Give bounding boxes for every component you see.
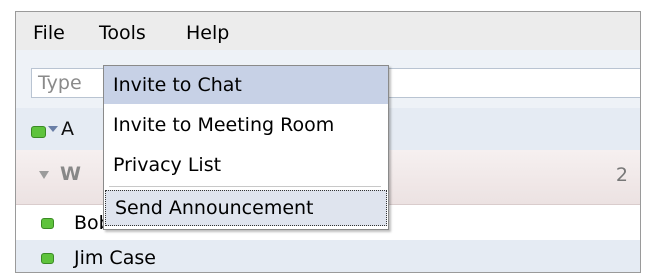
menu-help[interactable]: Help <box>186 22 229 44</box>
status-label: A <box>61 118 74 140</box>
tools-dropdown-menu: Invite to Chat Invite to Meeting Room Pr… <box>103 65 389 230</box>
online-status-icon <box>41 218 54 229</box>
group-label: W <box>60 163 81 185</box>
menu-item-send-announcement[interactable]: Send Announcement <box>105 190 387 226</box>
menu-separator <box>109 186 381 187</box>
contact-name: Jim Case <box>74 247 156 269</box>
contact-row[interactable]: Jim Case <box>16 240 640 272</box>
chevron-down-icon[interactable] <box>48 126 58 132</box>
online-status-icon <box>41 253 54 264</box>
menu-tools[interactable]: Tools <box>99 22 146 44</box>
collapse-triangle-icon[interactable] <box>39 171 49 179</box>
menu-bar: File Tools Help <box>16 12 640 50</box>
online-status-icon <box>31 126 46 138</box>
menu-item-privacy-list[interactable]: Privacy List <box>104 146 388 184</box>
menu-item-invite-to-chat[interactable]: Invite to Chat <box>104 66 388 104</box>
group-count: 2 <box>615 164 628 186</box>
menu-file[interactable]: File <box>33 22 65 44</box>
app-window: File Tools Help Type A W 2 Bob Martin Ji… <box>15 11 641 273</box>
menu-item-invite-to-meeting-room[interactable]: Invite to Meeting Room <box>104 106 388 144</box>
